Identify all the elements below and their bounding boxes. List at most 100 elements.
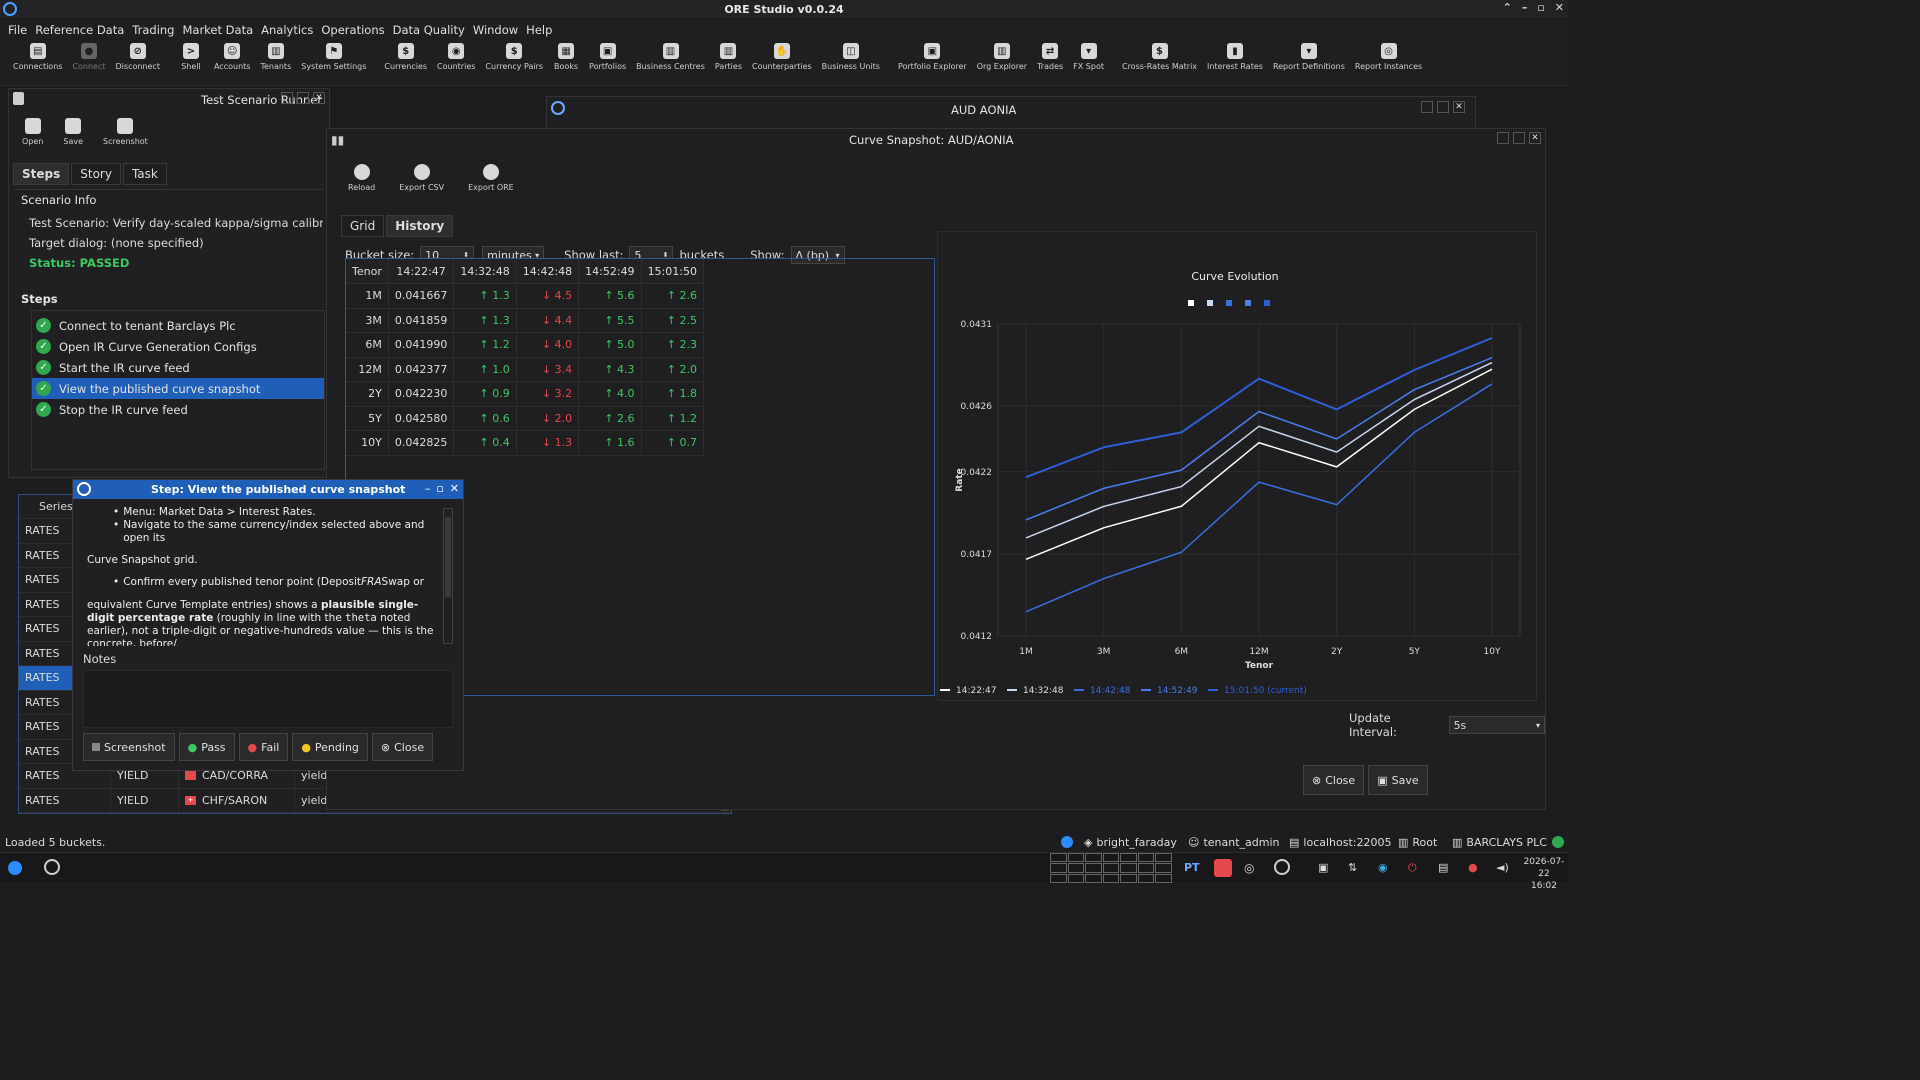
tab-grid[interactable]: Grid — [341, 215, 385, 237]
tab-steps[interactable]: Steps — [13, 163, 70, 185]
toolbar-portfolio-explorer-button[interactable]: ▣ Portfolio Explorer — [893, 40, 972, 71]
notes-textarea[interactable] — [83, 670, 453, 728]
start-menu-icon[interactable] — [8, 861, 22, 875]
ore-studio-tray-icon[interactable] — [1274, 859, 1290, 875]
toolbar-system-settings-button[interactable]: ⚑ System Settings — [296, 40, 371, 71]
git-app-icon[interactable] — [1214, 859, 1232, 877]
minimize-icon[interactable]: – — [425, 482, 431, 495]
minimize-icon[interactable] — [1497, 132, 1509, 144]
close-icon[interactable]: ✕ — [1453, 101, 1465, 113]
step-item[interactable]: ✓ Start the IR curve feed — [32, 357, 324, 378]
toolbar-trades-button[interactable]: ⇄ Trades — [1032, 40, 1068, 71]
menu-market-data[interactable]: Market Data — [178, 23, 257, 37]
toolbar-disconnect-button[interactable]: ⊘ Disconnect — [111, 40, 165, 71]
column-header[interactable]: Tenor — [346, 259, 389, 284]
clipboard-icon[interactable]: ▤ — [1438, 861, 1448, 874]
microphone-icon[interactable]: ● — [1468, 861, 1478, 874]
tab-history[interactable]: History — [386, 215, 454, 237]
step-item[interactable]: ✓ Open IR Curve Generation Configs — [32, 336, 324, 357]
table-row[interactable]: 2Y 0.042230 ↑ 0.9 ↓ 3.2 ↑ 4.0 ↑ 1.8 — [346, 381, 704, 407]
toolbar-currency-pairs-button[interactable]: $ Currency Pairs — [480, 40, 548, 71]
table-row[interactable]: 10Y 0.042825 ↑ 0.4 ↓ 1.3 ↑ 1.6 ↑ 0.7 — [346, 430, 704, 456]
power-icon[interactable]: ⏻ — [1408, 861, 1417, 875]
save-button[interactable]: Save — [58, 115, 88, 153]
network-icon[interactable]: ⇅ — [1348, 861, 1357, 874]
maximize-icon[interactable]: ▫ — [436, 482, 443, 495]
toolbar-fx-spot-button[interactable]: ▾ FX Spot — [1068, 40, 1109, 71]
scrollbar-handle[interactable] — [445, 517, 451, 597]
clock[interactable]: 2026-07-22 16:02 — [1520, 856, 1568, 892]
toolbar-countries-button[interactable]: ◉ Countries — [432, 40, 480, 71]
column-header[interactable]: 15:01:50 — [641, 259, 704, 284]
step-item[interactable]: ✓ Stop the IR curve feed — [32, 399, 324, 420]
toolbar-parties-button[interactable]: ▥ Parties — [710, 40, 747, 71]
toolbar-report-definitions-button[interactable]: ▾ Report Definitions — [1268, 40, 1350, 71]
table-row[interactable]: 3M 0.041859 ↑ 1.3 ↓ 4.4 ↑ 5.5 ↑ 2.5 — [346, 308, 704, 333]
lock-icon[interactable]: ▣ — [1318, 861, 1328, 874]
menu-reference-data[interactable]: Reference Data — [31, 23, 128, 37]
close-icon[interactable]: ✕ — [1529, 132, 1541, 144]
minimize-icon[interactable]: – — [1522, 1, 1528, 14]
toolbar-tenants-button[interactable]: ▥ Tenants — [255, 40, 296, 71]
tab-task[interactable]: Task — [122, 163, 167, 185]
export-ore-button[interactable]: Export ORE — [463, 161, 519, 205]
column-header[interactable]: 14:32:48 — [453, 259, 517, 284]
maximize-icon[interactable] — [297, 92, 309, 104]
tab-story[interactable]: Story — [71, 163, 121, 185]
minimize-icon[interactable] — [281, 92, 293, 104]
table-row[interactable]: 1M 0.041667 ↑ 1.3 ↓ 4.5 ↑ 5.6 ↑ 2.6 — [346, 283, 704, 309]
toolbar-books-button[interactable]: ▦ Books — [548, 40, 584, 71]
toolbar-connect-button[interactable]: ● Connect — [67, 40, 110, 71]
pending-button[interactable]: ● Pending — [292, 733, 368, 761]
screenshot-button[interactable]: Screenshot — [83, 733, 175, 761]
menu-operations[interactable]: Operations — [317, 23, 388, 37]
screenshot-button[interactable]: Screenshot — [98, 115, 153, 153]
close-icon[interactable]: ✕ — [1555, 1, 1564, 14]
fail-button[interactable]: ● Fail — [238, 733, 289, 761]
scrollbar[interactable] — [443, 508, 453, 644]
open-button[interactable]: Open — [17, 115, 48, 153]
close-icon[interactable]: ✕ — [450, 482, 459, 495]
toolbar-currencies-button[interactable]: $ Currencies — [379, 40, 432, 71]
toolbar-accounts-button[interactable]: ☺ Accounts — [209, 40, 255, 71]
toolbar-report-instances-button[interactable]: ◎ Report Instances — [1350, 40, 1427, 71]
steam-icon[interactable]: ◉ — [1378, 861, 1388, 874]
export-csv-button[interactable]: Export CSV — [394, 161, 449, 205]
table-row[interactable]: 12M 0.042377 ↑ 1.0 ↓ 3.4 ↑ 4.3 ↑ 2.0 — [346, 357, 704, 382]
column-header[interactable]: 14:52:49 — [578, 259, 642, 284]
step-item[interactable]: ✓ View the published curve snapshot — [32, 378, 324, 399]
menu-analytics[interactable]: Analytics — [257, 23, 317, 37]
close-button[interactable]: ⊗ Close — [371, 733, 434, 761]
discord-icon[interactable]: ◎ — [1244, 861, 1254, 875]
reload-button[interactable]: Reload — [343, 161, 380, 205]
workspace-pager[interactable] — [1050, 853, 1172, 883]
close-button[interactable]: ⊗ Close — [1303, 765, 1365, 795]
toolbar-connections-button[interactable]: ▤ Connections — [8, 40, 67, 71]
menu-file[interactable]: File — [4, 23, 31, 37]
keyboard-layout-indicator[interactable]: PT — [1184, 861, 1200, 874]
maximize-icon[interactable] — [1513, 132, 1525, 144]
minimize-icon[interactable] — [1421, 101, 1433, 113]
menu-trading[interactable]: Trading — [128, 23, 178, 37]
menu-help[interactable]: Help — [522, 23, 556, 37]
maximize-icon[interactable]: ▫ — [1537, 1, 1544, 14]
volume-icon[interactable]: ◄) — [1496, 861, 1509, 874]
step-item[interactable]: ✓ Connect to tenant Barclays Plc — [32, 315, 324, 336]
toolbar-portfolios-button[interactable]: ▣ Portfolios — [584, 40, 631, 71]
pass-button[interactable]: ● Pass — [178, 733, 235, 761]
column-header[interactable]: 14:42:48 — [516, 259, 580, 284]
maximize-icon[interactable] — [1437, 101, 1449, 113]
menu-data-quality[interactable]: Data Quality — [389, 23, 469, 37]
ore-studio-task-icon[interactable] — [44, 859, 60, 875]
toolbar-business-units-button[interactable]: ◫ Business Units — [817, 40, 885, 71]
chevron-up-icon[interactable]: ⌃ — [1503, 1, 1512, 14]
toolbar-counterparties-button[interactable]: ✋ Counterparties — [747, 40, 817, 71]
toolbar-interest-rates-button[interactable]: ▮ Interest Rates — [1202, 40, 1268, 71]
toolbar-org-explorer-button[interactable]: ▥ Org Explorer — [972, 40, 1032, 71]
update-interval-select[interactable]: 5s ▾ — [1448, 716, 1545, 734]
close-icon[interactable]: ✕ — [313, 92, 325, 104]
save-button[interactable]: ▣ Save — [1368, 765, 1428, 795]
column-header[interactable]: 14:22:47 — [388, 259, 455, 284]
toolbar-shell-button[interactable]: > Shell — [173, 40, 209, 71]
toolbar-cross-rates-matrix-button[interactable]: $ Cross-Rates Matrix — [1117, 40, 1202, 71]
